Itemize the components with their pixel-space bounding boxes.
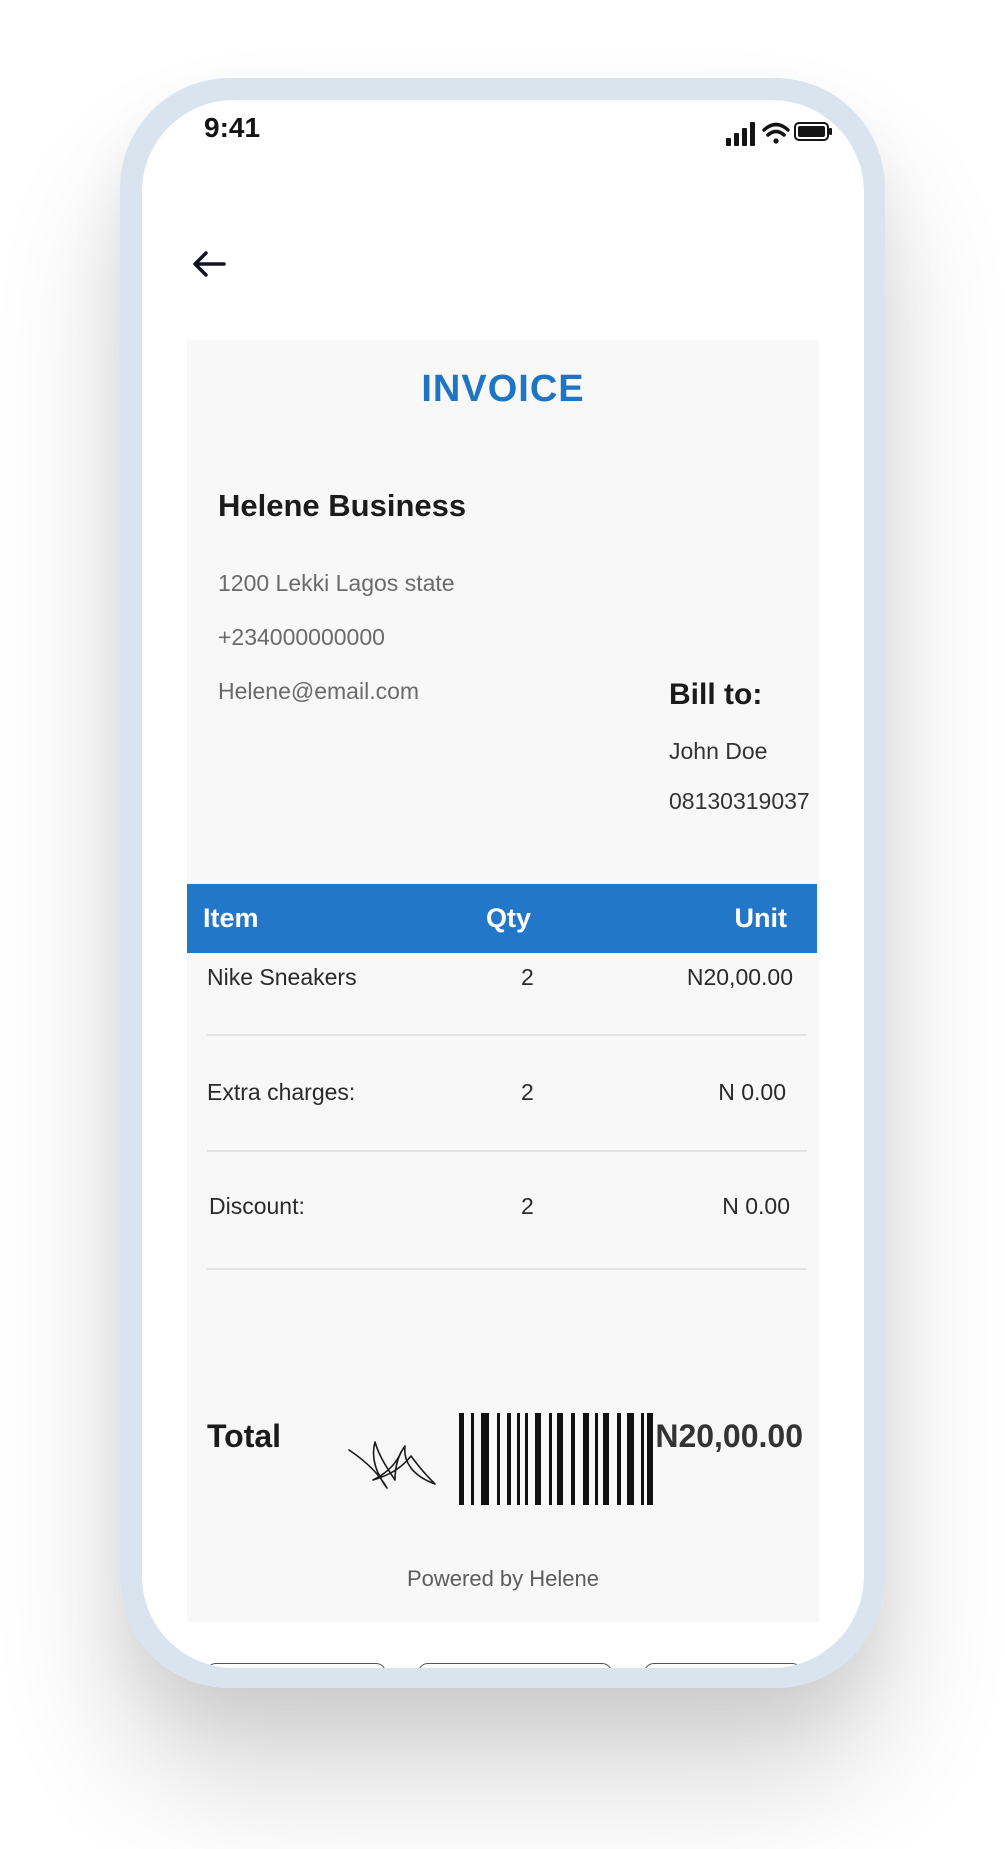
column-item: Item (203, 903, 259, 933)
arrow-left-icon (193, 251, 226, 277)
barcode-image (459, 1413, 655, 1505)
cellular-signal-icon (726, 122, 755, 146)
phone-screen: 9:41 INVOICE Helene Business 1200 Lekki … (142, 100, 864, 1668)
invoice-title: INVOICE (421, 368, 585, 410)
column-unit: Unit (734, 903, 787, 933)
back-button[interactable] (186, 240, 234, 288)
barcode-bar (525, 1413, 528, 1505)
action-button-3[interactable] (644, 1663, 802, 1668)
barcode-bar (627, 1413, 634, 1505)
business-email: Helene@email.com (218, 678, 420, 704)
row-unit: N 0.00 (718, 1079, 786, 1105)
bill-to-name: John Doe (669, 738, 768, 764)
barcode-bar (549, 1413, 552, 1505)
invoice-card: INVOICE Helene Business 1200 Lekki Lagos… (187, 340, 819, 1622)
barcode-bar (481, 1413, 489, 1505)
column-qty: Qty (486, 903, 532, 933)
total-value: N20,00.00 (655, 1418, 803, 1454)
barcode-bar (583, 1413, 589, 1505)
row-unit: N 0.00 (722, 1193, 790, 1219)
barcode-bar (603, 1413, 609, 1505)
battery-icon (794, 122, 832, 141)
business-phone: +234000000000 (218, 624, 385, 650)
barcode-bar (647, 1413, 653, 1505)
row-qty: 2 (521, 1079, 534, 1105)
total-label: Total (207, 1418, 282, 1454)
row-divider (207, 1034, 807, 1036)
row-qty: 2 (521, 964, 534, 990)
barcode-bar (571, 1413, 575, 1505)
row-divider (207, 1268, 807, 1270)
action-button-2[interactable] (418, 1663, 612, 1668)
bill-to-phone: 08130319037 (669, 788, 810, 814)
row-item: Extra charges: (207, 1079, 356, 1105)
row-unit: N20,00.00 (686, 964, 793, 990)
barcode-bar (595, 1413, 598, 1505)
barcode-bar (507, 1413, 511, 1505)
business-address: 1200 Lekki Lagos state (218, 570, 455, 596)
row-item: Discount: (209, 1193, 305, 1219)
powered-by: Powered by Helene (406, 1566, 599, 1591)
bill-to-title: Bill to: (669, 678, 763, 711)
row-divider (207, 1150, 807, 1152)
signature-image (348, 1441, 436, 1489)
barcode-bar (471, 1413, 474, 1505)
table-header: Item Qty Unit (187, 884, 817, 953)
row-qty: 2 (521, 1193, 534, 1219)
row-item: Nike Sneakers (207, 964, 357, 990)
status-bar-icons (726, 122, 832, 146)
barcode-bar (497, 1413, 500, 1505)
status-icons (724, 118, 834, 153)
wifi-icon (762, 122, 790, 144)
action-button-1[interactable] (206, 1663, 386, 1668)
barcode-bar (517, 1413, 520, 1505)
barcode-bar (459, 1413, 464, 1505)
barcode-bar (617, 1413, 621, 1505)
barcode-bar (557, 1413, 563, 1505)
barcode-bar (641, 1413, 644, 1505)
barcode-bar (535, 1413, 541, 1505)
status-time: 9:41 (204, 112, 261, 143)
business-name: Helene Business (218, 488, 467, 523)
